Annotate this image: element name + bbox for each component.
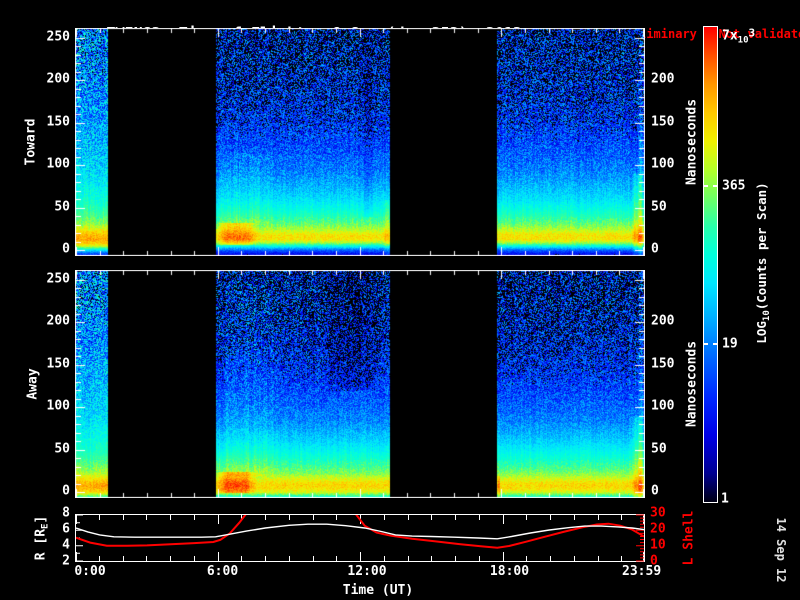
colorbar-min-label: 1 — [721, 492, 729, 507]
colorbar-tick-19: 19 — [722, 336, 738, 351]
time-axis-label: Time (UT) — [288, 583, 468, 598]
r-ytick-label: 8 — [40, 507, 70, 521]
colorbar-tick-365: 365 — [722, 178, 745, 193]
colorbar-max-label: 7x103 — [722, 27, 755, 46]
away-right-ytick-label: 100 — [651, 400, 674, 414]
colorbar-gradient — [703, 26, 718, 503]
colorbar-tick-mark — [713, 343, 717, 345]
time-tick-label: 6:00 — [188, 565, 258, 579]
away-ytick-label: 50 — [25, 442, 70, 456]
creation-date-stamp: 14 Sep 12 — [774, 517, 788, 582]
orbit-ticks — [76, 515, 644, 561]
away-right-ytick-label: 200 — [651, 315, 674, 329]
l-shell-line — [76, 514, 644, 548]
toward-right-ytick-label: 100 — [651, 158, 674, 172]
toward-ytick-label: 100 — [25, 158, 70, 172]
time-tick-label: 12:00 — [332, 565, 402, 579]
toward-right-ytick-label: 200 — [651, 73, 674, 87]
time-tick-label: 23:59 — [607, 565, 677, 579]
l-shell-ytick-label: 10 — [650, 539, 666, 553]
away-ytick-label: 100 — [25, 400, 70, 414]
l-shell-axis-label: L Shell — [682, 511, 697, 566]
toward-right-ytick-label: 150 — [651, 116, 674, 130]
colorbar-title: LOG10(Counts per Scan) — [754, 182, 772, 343]
away-ytick-label: 0 — [25, 485, 70, 499]
l-shell-ytick-label: 20 — [650, 523, 666, 537]
r-line — [76, 524, 644, 539]
toward-right-ytick-label: 50 — [651, 200, 667, 214]
colorbar-tick-mark — [704, 343, 708, 345]
colorbar-tick-mark — [704, 185, 708, 187]
away-right-ytick-label: 150 — [651, 358, 674, 372]
orbit-plot — [75, 514, 645, 562]
twins2-tof-plot: TWINS2: Time of Flight: 8 Sep (doy 252),… — [0, 0, 800, 600]
time-tick-label: 18:00 — [475, 565, 545, 579]
toward-ytick-label: 50 — [25, 200, 70, 214]
l-shell-ytick-label: 30 — [650, 507, 666, 521]
away-right-ytick-label: 0 — [651, 485, 659, 499]
r-ytick-label: 6 — [40, 523, 70, 537]
away-ytick-label: 200 — [25, 315, 70, 329]
toward-ytick-label: 250 — [25, 31, 70, 45]
l-shell-ticks — [636, 515, 644, 561]
away-ytick-label: 250 — [25, 273, 70, 287]
away-right-ytick-label: 50 — [651, 442, 667, 456]
nanoseconds-label-top: Nanoseconds — [685, 99, 700, 185]
colorbar-tick-mark — [713, 185, 717, 187]
away-axis-label: Away — [26, 368, 41, 399]
away-ytick-label: 150 — [25, 358, 70, 372]
nanoseconds-label-middle: Nanoseconds — [685, 341, 700, 427]
r-ytick-label: 4 — [40, 539, 70, 553]
away-spectrogram — [75, 270, 645, 498]
toward-spectrogram — [75, 28, 645, 256]
toward-ytick-label: 150 — [25, 116, 70, 130]
toward-ytick-label: 0 — [25, 243, 70, 257]
toward-right-ytick-label: 0 — [651, 243, 659, 257]
time-tick-label: 0:00 — [55, 565, 125, 579]
toward-ytick-label: 200 — [25, 73, 70, 87]
